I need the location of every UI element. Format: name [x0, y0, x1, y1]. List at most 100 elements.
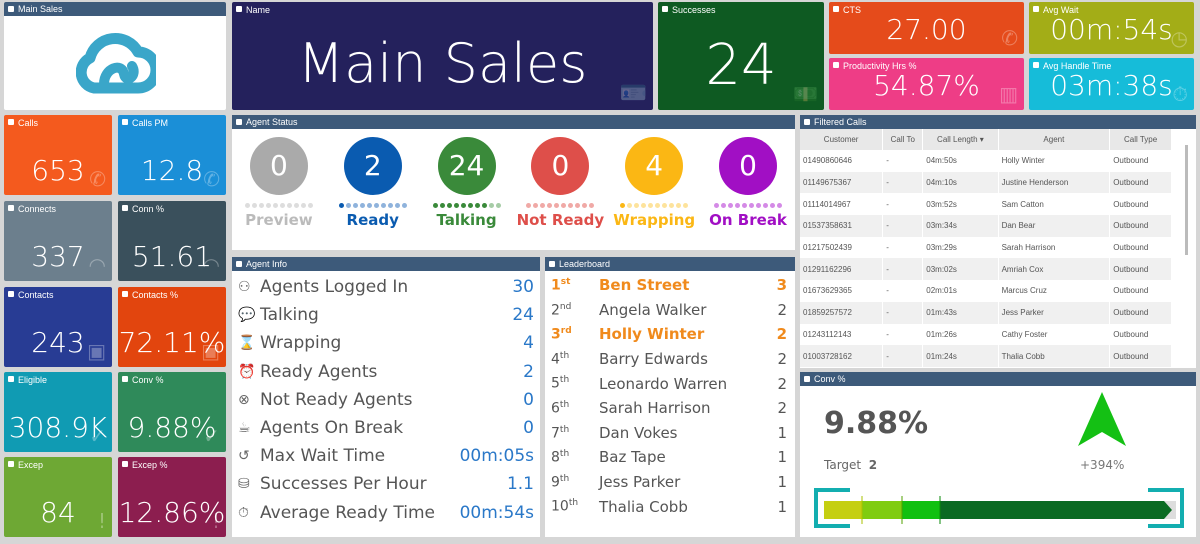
status-talking[interactable]: 24 Talking [423, 137, 511, 229]
coins-icon: ⛁ [238, 476, 250, 493]
table-cell: Sarah Harrison [998, 236, 1111, 259]
table-row[interactable]: 01291162296-03m:02s Amriah Cox Outbound [800, 258, 1172, 281]
status-dot [641, 203, 647, 208]
status-dot [380, 203, 386, 208]
table-cell: 01243112143 [800, 323, 884, 346]
agent-info-label: Average Ready Time [260, 502, 435, 523]
table-cell: - [882, 258, 924, 281]
column-header[interactable]: Customer [800, 129, 884, 150]
column-header[interactable]: Call To [882, 129, 924, 150]
table-cell: Outbound [1109, 150, 1172, 172]
agent-info-label: Wrapping [260, 333, 342, 354]
id-card-icon: 🪪 [619, 81, 647, 106]
table-row[interactable]: 01114014967-03m:52s Sam Catton Outbound [800, 193, 1172, 216]
table-row[interactable]: 01003728162-01m:24s Thalia Cobb Outbound [800, 345, 1172, 367]
phone-icon: ✆ [89, 167, 106, 191]
leaderboard-row: 4th Barry Edwards 2 [545, 347, 795, 372]
agent-name: Holly Winter [599, 325, 705, 344]
chart-icon: ▥ [999, 82, 1018, 106]
rank: 8 [551, 449, 560, 466]
table-row[interactable]: 01490860646-04m:50s Holly Winter Outbound [800, 150, 1172, 172]
alarm-icon: ⏰ [238, 363, 256, 380]
alert-icon: ! [97, 509, 106, 533]
status-dot [533, 203, 539, 208]
status-label: On Break [709, 211, 787, 229]
conv--title: Conv % [118, 372, 226, 385]
rank: 10 [551, 498, 569, 515]
agent-info-panel: Agent Info ⚇ Agents Logged In 30 💬 Talki… [232, 257, 540, 537]
status-dot [669, 203, 675, 208]
connects-tile: Connects 337 ◠ [4, 201, 112, 281]
table-cell: 03m:02s [922, 258, 999, 281]
table-row[interactable]: 01149675367-04m:10s Justine Henderson Outb… [800, 171, 1172, 194]
leaderboard-panel: Leaderboard 1st Ben Street 3 2nd Angela … [545, 257, 795, 537]
status-label: Wrapping [613, 211, 696, 229]
agent-info-value: 1.1 [506, 474, 534, 495]
leaderboard-row: 5th Leonardo Warren 2 [545, 371, 795, 396]
status-dot [728, 203, 734, 208]
cancel-icon: ⊗ [238, 391, 250, 408]
table-cell: 01m:26s [922, 323, 999, 346]
status-dot [620, 203, 626, 208]
conv-progress-bar [814, 488, 1184, 528]
table-row[interactable]: 01673629365-02m:01s Marcus Cruz Outbound [800, 280, 1172, 302]
status-dot [495, 203, 501, 208]
table-cell: Outbound [1109, 323, 1172, 346]
score: 2 [777, 374, 787, 393]
rank: 1 [551, 277, 561, 294]
table-cell: 03m:29s [922, 236, 999, 259]
trend-up-arrow-icon [1078, 392, 1126, 446]
status-count: 24 [437, 137, 496, 195]
rank: 2 [551, 302, 560, 319]
history-icon: ↺ [238, 448, 250, 465]
cts-tile: CTS 27.00 ✆ [829, 2, 1024, 54]
name-tile-title: Name [232, 2, 653, 15]
column-header[interactable]: Call Type [1109, 129, 1172, 150]
table-cell: Outbound [1109, 345, 1172, 367]
avg-handle-time-value: 03m:38s [1050, 69, 1173, 102]
agent-info-title: Agent Info [232, 257, 540, 271]
agent-info-label: Max Wait Time [260, 446, 386, 467]
contacts-title: Contacts [4, 287, 112, 300]
status-not-ready[interactable]: 0 Not Ready [516, 137, 604, 229]
column-header[interactable]: Call Length ▾ [922, 129, 999, 150]
leaderboard-row: 3rd Holly Winter 2 [545, 322, 795, 347]
status-wrapping[interactable]: 4 Wrapping [610, 137, 698, 229]
status-preview[interactable]: 0 Preview [235, 137, 323, 229]
status-on-break[interactable]: 0 On Break [704, 137, 792, 229]
table-row[interactable]: 01217502439-03m:29s Sarah Harrison Outboun… [800, 236, 1172, 259]
leaderboard-row: 9th Jess Parker 1 [545, 470, 795, 495]
stopwatch-icon: ⏱ [1172, 82, 1188, 106]
contact-icon: ▣ [87, 339, 106, 363]
agent-info-row: ⏱ Average Ready Time 00m:54s [232, 499, 540, 527]
status-dot [446, 203, 452, 208]
status-dot [401, 203, 407, 208]
status-dot [756, 203, 762, 208]
agent-name: Jess Parker [599, 473, 681, 492]
scrollbar[interactable] [1185, 145, 1188, 255]
table-cell: Outbound [1109, 171, 1172, 194]
status-count: 0 [719, 137, 778, 195]
status-dot [366, 203, 372, 208]
status-label: Talking [436, 211, 497, 229]
score: 1 [777, 448, 787, 467]
rank-suffix: th [559, 399, 570, 410]
agent-info-value: 4 [523, 333, 534, 354]
score: 2 [776, 325, 787, 344]
rank-suffix: th [559, 449, 570, 460]
chat-icon: 💬 [238, 307, 256, 324]
status-dot [244, 203, 250, 208]
table-row[interactable]: 01859257572-01m:43s Jess Parker Outbound [800, 301, 1172, 324]
table-cell: 01149675367 [800, 171, 884, 194]
agent-info-value: 00m:54s [459, 502, 534, 523]
conn--tile: Conn % 51.61 ◠ [118, 201, 226, 281]
target-value: 2 [868, 458, 878, 472]
agent-info-row: ⚇ Agents Logged In 30 [232, 273, 540, 301]
agent-info-value: 0 [523, 389, 534, 410]
status-ready[interactable]: 2 Ready [329, 137, 417, 229]
rank-suffix: nd [559, 301, 572, 312]
table-row[interactable]: 01243112143-01m:26s Cathy Foster Outbound [800, 323, 1172, 346]
score: 2 [777, 399, 787, 418]
column-header[interactable]: Agent [998, 129, 1111, 150]
table-row[interactable]: 01537358631-03m:34s Dan Bear Outbound [800, 215, 1172, 237]
